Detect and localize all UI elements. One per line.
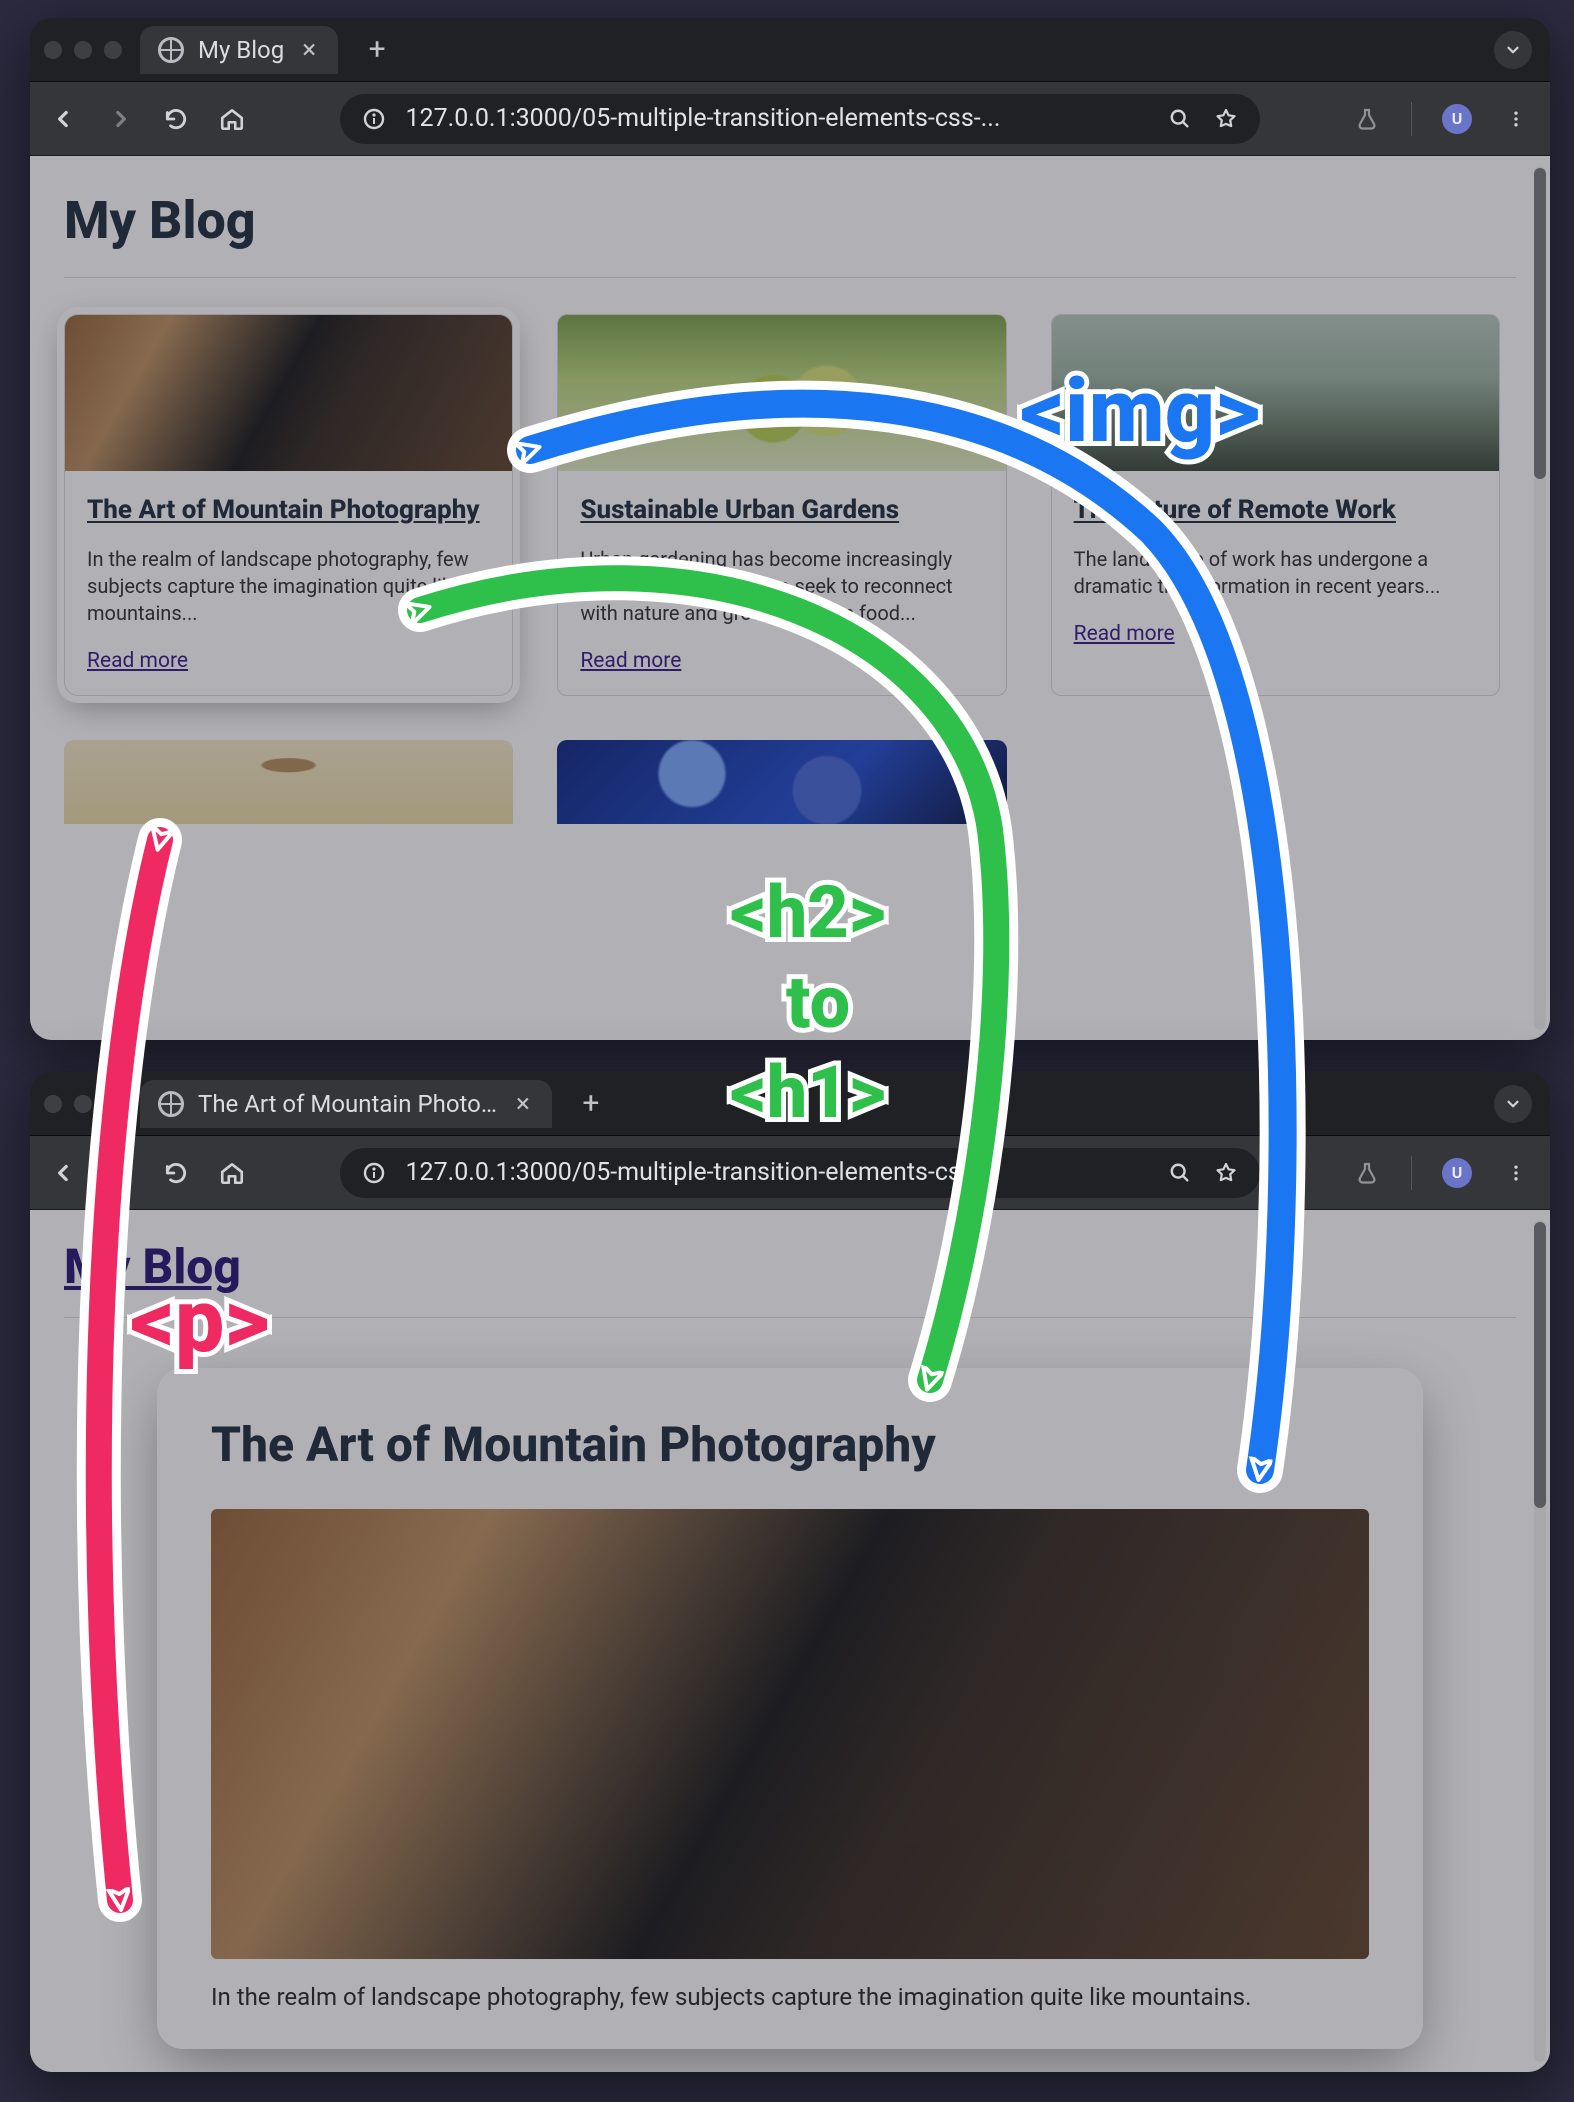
window-controls[interactable] xyxy=(44,1095,122,1113)
scrollbar-thumb[interactable] xyxy=(1534,1222,1546,1508)
reload-icon xyxy=(163,1160,189,1186)
post-card[interactable]: Sustainable Urban Gardens Urban gardenin… xyxy=(557,314,1006,696)
post-thumbnail[interactable] xyxy=(64,740,513,824)
post-excerpt: Urban gardening has become increasingly … xyxy=(580,546,983,627)
kebab-menu-icon[interactable] xyxy=(1502,1159,1530,1187)
home-button[interactable] xyxy=(218,105,246,133)
chevron-down-icon xyxy=(1504,1095,1522,1113)
minimize-window-dot[interactable] xyxy=(74,41,92,59)
home-button[interactable] xyxy=(218,1159,246,1187)
scrollbar-thumb[interactable] xyxy=(1534,168,1546,479)
home-icon xyxy=(219,106,245,132)
maximize-window-dot[interactable] xyxy=(104,41,122,59)
divider xyxy=(1411,102,1412,136)
new-tab-button[interactable]: + xyxy=(574,1086,608,1121)
profile-avatar[interactable]: U xyxy=(1442,1158,1472,1188)
post-thumbnail xyxy=(1052,315,1499,471)
arrow-right-icon xyxy=(107,106,133,132)
info-icon[interactable] xyxy=(360,105,388,133)
arrow-right-icon xyxy=(107,1160,133,1186)
reload-icon xyxy=(163,106,189,132)
titlebar: The Art of Mountain Photogra × + xyxy=(30,1072,1550,1136)
url-text: 127.0.0.1:3000/05-multiple-transition-el… xyxy=(406,1158,1148,1187)
reload-button[interactable] xyxy=(162,1159,190,1187)
divider xyxy=(64,277,1516,278)
maximize-window-dot[interactable] xyxy=(104,1095,122,1113)
tabs-overflow-button[interactable] xyxy=(1494,1085,1532,1123)
scrollbar[interactable] xyxy=(1534,166,1546,1030)
titlebar: My Blog × + xyxy=(30,18,1550,82)
back-button[interactable] xyxy=(50,1159,78,1187)
home-icon xyxy=(219,1160,245,1186)
zoom-icon[interactable] xyxy=(1166,105,1194,133)
labs-icon[interactable] xyxy=(1353,105,1381,133)
scrollbar[interactable] xyxy=(1534,1220,1546,2062)
back-button[interactable] xyxy=(50,105,78,133)
forward-button[interactable] xyxy=(106,1159,134,1187)
post-title-link[interactable]: Sustainable Urban Gardens xyxy=(580,493,983,528)
read-more-link[interactable]: Read more xyxy=(87,649,188,673)
info-icon[interactable] xyxy=(360,1159,388,1187)
post-excerpt: The landscape of work has undergone a dr… xyxy=(1074,546,1477,600)
post-card[interactable]: The Future of Remote Work The landscape … xyxy=(1051,314,1500,696)
divider xyxy=(64,1317,1516,1318)
article-body: In the realm of landscape photography, f… xyxy=(211,1983,1369,2011)
globe-icon xyxy=(158,1091,184,1117)
post-title-link[interactable]: The Art of Mountain Photography xyxy=(87,493,490,528)
page-title: My Blog xyxy=(64,190,1516,251)
arrow-left-icon xyxy=(51,1160,77,1186)
labs-icon[interactable] xyxy=(1353,1159,1381,1187)
browser-window-top: My Blog × + xyxy=(30,18,1550,1040)
post-thumbnail[interactable] xyxy=(557,740,1006,824)
page-viewport-bottom: My Blog The Art of Mountain Photography … xyxy=(30,1210,1550,2072)
tab-title: The Art of Mountain Photogra xyxy=(198,1090,498,1118)
read-more-link[interactable]: Read more xyxy=(580,649,681,673)
close-window-dot[interactable] xyxy=(44,1095,62,1113)
read-more-link[interactable]: Read more xyxy=(1074,622,1175,646)
reload-button[interactable] xyxy=(162,105,190,133)
chevron-down-icon xyxy=(1504,41,1522,59)
forward-button[interactable] xyxy=(106,105,134,133)
site-home-link[interactable]: My Blog xyxy=(64,1238,241,1295)
browser-tab[interactable]: My Blog × xyxy=(140,26,338,74)
article-hero-image xyxy=(211,1509,1369,1959)
omnibox[interactable]: 127.0.0.1:3000/05-multiple-transition-el… xyxy=(340,94,1260,144)
article-card: The Art of Mountain Photography In the r… xyxy=(165,1376,1415,2041)
post-thumbnail xyxy=(65,315,512,471)
divider xyxy=(1411,1156,1412,1190)
zoom-icon[interactable] xyxy=(1166,1159,1194,1187)
address-bar: 127.0.0.1:3000/05-multiple-transition-el… xyxy=(30,82,1550,156)
post-title-link[interactable]: The Future of Remote Work xyxy=(1074,493,1477,528)
minimize-window-dot[interactable] xyxy=(74,1095,92,1113)
post-thumbnail xyxy=(558,315,1005,471)
bookmark-icon[interactable] xyxy=(1212,1159,1240,1187)
tab-close-icon[interactable]: × xyxy=(512,1091,534,1117)
tab-close-icon[interactable]: × xyxy=(298,37,320,63)
post-card[interactable]: The Art of Mountain Photography In the r… xyxy=(64,314,513,696)
tabs-overflow-button[interactable] xyxy=(1494,31,1532,69)
address-bar: 127.0.0.1:3000/05-multiple-transition-el… xyxy=(30,1136,1550,1210)
arrow-left-icon xyxy=(51,106,77,132)
post-excerpt: In the realm of landscape photography, f… xyxy=(87,546,490,627)
kebab-menu-icon[interactable] xyxy=(1502,105,1530,133)
window-controls[interactable] xyxy=(44,41,122,59)
new-tab-button[interactable]: + xyxy=(360,32,394,67)
close-window-dot[interactable] xyxy=(44,41,62,59)
bookmark-icon[interactable] xyxy=(1212,105,1240,133)
profile-avatar[interactable]: U xyxy=(1442,104,1472,134)
tab-title: My Blog xyxy=(198,36,284,64)
page-viewport-top: My Blog The Art of Mountain Photography … xyxy=(30,156,1550,1040)
browser-window-bottom: The Art of Mountain Photogra × + xyxy=(30,1072,1550,2072)
url-text: 127.0.0.1:3000/05-multiple-transition-el… xyxy=(406,104,1148,133)
globe-icon xyxy=(158,37,184,63)
article-title: The Art of Mountain Photography xyxy=(211,1416,1369,1473)
omnibox[interactable]: 127.0.0.1:3000/05-multiple-transition-el… xyxy=(340,1148,1260,1198)
browser-tab[interactable]: The Art of Mountain Photogra × xyxy=(140,1080,552,1128)
